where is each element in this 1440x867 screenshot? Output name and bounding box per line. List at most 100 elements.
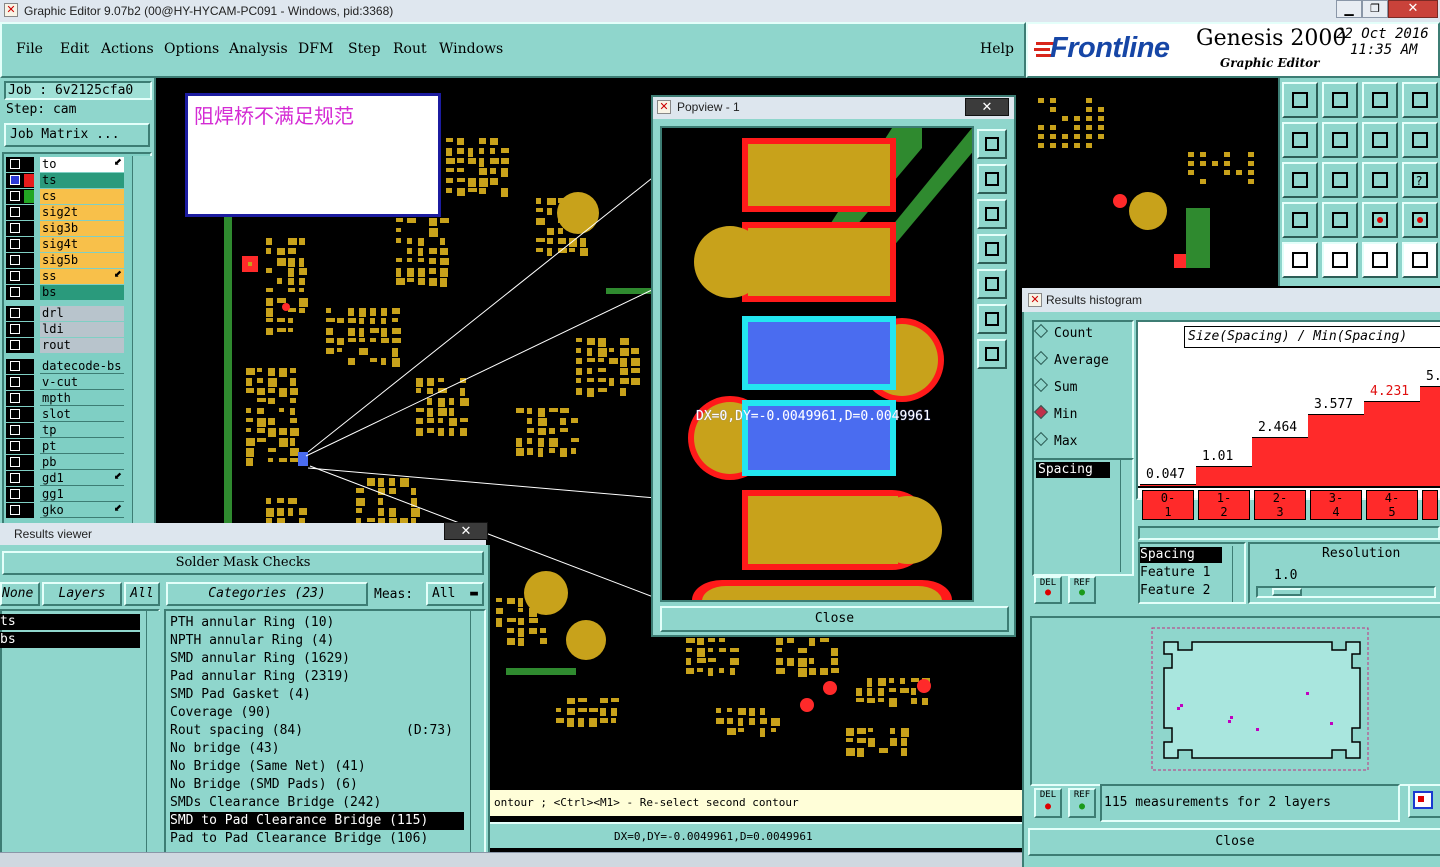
histogram-bar[interactable] — [1364, 401, 1420, 486]
menu-dfm[interactable]: DFM — [298, 41, 333, 57]
layer-checkbox[interactable] — [6, 157, 34, 172]
layer-row-pb[interactable]: pb — [6, 455, 124, 470]
menu-actions[interactable]: Actions — [101, 41, 154, 57]
layer-checkbox[interactable] — [6, 407, 34, 422]
pan-left-button[interactable] — [977, 234, 1007, 264]
field-list-scrollbar[interactable] — [1232, 546, 1244, 602]
field-item[interactable]: Feature 2 — [1140, 583, 1222, 599]
category-item[interactable]: No bridge (43) — [170, 740, 464, 758]
menu-step[interactable]: Step — [348, 41, 380, 57]
layer-checkbox[interactable] — [6, 471, 34, 486]
flip-button[interactable] — [1402, 122, 1438, 158]
layer-checkbox[interactable] — [6, 221, 34, 236]
layer-checkbox[interactable] — [6, 439, 34, 454]
layer-checkbox[interactable] — [6, 237, 34, 252]
settings-button[interactable] — [1282, 202, 1318, 238]
report-icon-button[interactable] — [1408, 784, 1440, 818]
category-list-scrollbar[interactable] — [470, 611, 484, 859]
layer-checkbox[interactable] — [6, 423, 34, 438]
mirror-button[interactable] — [1362, 122, 1398, 158]
all-layers-button[interactable]: All — [124, 582, 160, 606]
home-button[interactable] — [1282, 82, 1318, 118]
ref-button-2[interactable]: REF ● — [1068, 788, 1096, 818]
layer-checkbox[interactable] — [6, 338, 34, 353]
layer-prev-button[interactable] — [1282, 122, 1318, 158]
ruler-button[interactable] — [1362, 242, 1398, 278]
category-item[interactable]: No Bridge (Same Net) (41) — [170, 758, 464, 776]
histogram-range-cell[interactable]: 1- 2 — [1198, 490, 1250, 520]
menu-rout[interactable]: Rout — [393, 41, 427, 57]
layer-checkbox[interactable] — [6, 455, 34, 470]
pan-up-button[interactable] — [977, 164, 1007, 194]
layer-checkbox[interactable] — [6, 359, 34, 374]
net-clear-button[interactable] — [1402, 202, 1438, 238]
layer-row-v-cut[interactable]: v-cut — [6, 375, 124, 390]
layer-row-rout[interactable]: rout — [6, 338, 124, 353]
select-button[interactable] — [1322, 202, 1358, 238]
save-button[interactable] — [1322, 82, 1358, 118]
mode-radio-sum[interactable]: Sum — [1033, 377, 1077, 395]
layer-items-scrollbar[interactable] — [146, 611, 160, 859]
resolution-slider[interactable] — [1256, 586, 1436, 598]
snap-button[interactable] — [1402, 242, 1438, 278]
histogram-bar[interactable] — [1308, 414, 1364, 486]
layer-row-mpth[interactable]: mpth — [6, 391, 124, 406]
category-item[interactable]: SMDs Clearance Bridge (242) — [170, 794, 464, 812]
layer-row-ldi[interactable]: ldi — [6, 322, 124, 337]
layer-row-drl[interactable]: drl — [6, 306, 124, 321]
layer-row-gko[interactable]: gko ⬋ — [6, 503, 124, 518]
histogram-hscroll[interactable] — [1138, 526, 1440, 540]
histogram-range-cell[interactable]: 0- 1 — [1142, 490, 1194, 520]
results-viewer-close-x-button[interactable]: ✕ — [444, 522, 488, 540]
close-window-button[interactable]: ✕ — [1388, 0, 1438, 18]
menu-windows[interactable]: Windows — [439, 41, 503, 57]
category-item[interactable]: SMD Pad Gasket (4) — [170, 686, 464, 704]
scale-button[interactable] — [1362, 162, 1398, 198]
category-item[interactable]: No Bridge (SMD Pads) (6) — [170, 776, 464, 794]
rv-layer-item[interactable]: ts — [0, 614, 140, 630]
board-overview[interactable] — [1030, 616, 1440, 786]
layer-row-gd1[interactable]: gd1 ⬋ — [6, 471, 124, 486]
minimize-button[interactable]: ▁ — [1336, 0, 1362, 18]
layer-row-sig3b[interactable]: sig3b — [6, 221, 124, 236]
category-item[interactable]: Coverage (90) — [170, 704, 464, 722]
category-item[interactable]: SMD to Pad Clearance Bridge (115) — [170, 812, 464, 830]
mode-radio-count[interactable]: Count — [1033, 323, 1093, 341]
mode-radio-average[interactable]: Average — [1033, 350, 1109, 368]
layer-list-scrollbar[interactable] — [132, 156, 152, 526]
category-item[interactable]: SMD annular Ring (1629) — [170, 650, 464, 668]
layer-row-sig5b[interactable]: sig5b — [6, 253, 124, 268]
del-button[interactable]: DEL ● — [1034, 576, 1062, 604]
mode-radio-min[interactable]: Min — [1033, 404, 1077, 422]
maximize-button[interactable]: ❐ — [1362, 0, 1388, 18]
histogram-range-cell[interactable]: 2- 3 — [1254, 490, 1306, 520]
zoom-center-button[interactable] — [977, 339, 1007, 369]
center-button[interactable] — [1322, 162, 1358, 198]
histogram-range-cell[interactable]: 3- 4 — [1310, 490, 1362, 520]
fit-button[interactable] — [1282, 162, 1318, 198]
histogram-bar[interactable] — [1252, 437, 1308, 486]
histogram-bar[interactable] — [1420, 386, 1440, 486]
resolution-slider-thumb[interactable] — [1272, 588, 1302, 596]
layer-row-datecode-bs[interactable]: datecode-bs — [6, 359, 124, 374]
layer-checkbox[interactable] — [6, 503, 34, 518]
help-button[interactable]: ? — [1402, 162, 1438, 198]
layer-row-slot[interactable]: slot — [6, 407, 124, 422]
layer-row-pt[interactable]: pt — [6, 439, 124, 454]
popview-close-x-button[interactable]: ✕ — [965, 98, 1009, 116]
layer-row-ss[interactable]: ss ⬋ — [6, 269, 124, 284]
measure-button[interactable] — [1322, 242, 1358, 278]
layer-checkbox[interactable] — [6, 173, 34, 188]
layer-checkbox[interactable] — [6, 487, 34, 502]
layer-checkbox[interactable] — [6, 375, 34, 390]
none-button[interactable]: None — [0, 582, 40, 606]
layer-checkbox[interactable] — [6, 322, 34, 337]
layer-checkbox[interactable] — [6, 253, 34, 268]
net-button[interactable] — [1362, 202, 1398, 238]
layer-checkbox[interactable] — [6, 306, 34, 321]
categories-button[interactable]: Categories (23) — [166, 582, 368, 606]
rv-layer-item[interactable]: bs — [0, 632, 140, 648]
del-button-2[interactable]: DEL ● — [1034, 788, 1062, 818]
zoom-window-button[interactable] — [977, 129, 1007, 159]
layer-row-cs[interactable]: cs — [6, 189, 124, 204]
